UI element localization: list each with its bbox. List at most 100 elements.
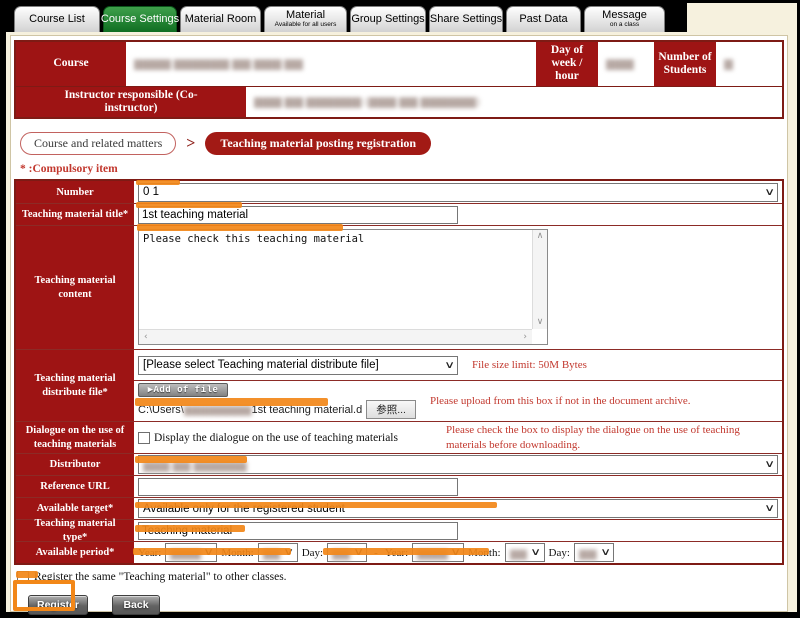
- course-info-row: Course ▆▆▆▆ ▆▆▆▆▆▆ ▆▆ ▆▆▆ ▆▆ Day of week…: [16, 42, 782, 86]
- content-label: Teaching material content: [16, 226, 134, 349]
- distributor-select[interactable]: ▆▆▆ ▆▆ ▆▆▆▆▆▆∨: [138, 455, 778, 474]
- vertical-scrollbar[interactable]: ∧ ∨: [532, 230, 547, 329]
- tab-bar: Course List Course Settings Material Roo…: [6, 3, 687, 32]
- from-day-value-redacted: ▆▆: [332, 546, 350, 560]
- available-target-label: Available target*: [16, 498, 134, 519]
- material-type-input[interactable]: [138, 522, 458, 540]
- dialogue-label: Dialogue on the use of teaching material…: [16, 422, 134, 453]
- to-year-select[interactable]: ▆▆▆▆∨: [412, 543, 464, 562]
- available-period-cell: Year: ▆▆▆▆∨ Month: ▆▆∨ Day: ▆▆∨ - Year: …: [134, 542, 782, 563]
- course-label: Course: [16, 42, 126, 86]
- back-button[interactable]: Back: [112, 595, 160, 615]
- instructor-value-cell: ▆▆▆ ▆▆ ▆▆▆▆▆▆ (▆▆▆ ▆▆ ▆▆▆▆▆▆): [246, 87, 782, 117]
- tab-label: Material: [286, 10, 325, 21]
- tab-past-data[interactable]: Past Data: [506, 6, 581, 32]
- horizontal-scrollbar[interactable]: ‹ ›: [139, 329, 532, 344]
- dialogue-checkbox[interactable]: [138, 432, 150, 444]
- breadcrumb-course-matters[interactable]: Course and related matters: [20, 132, 176, 155]
- tab-group-settings[interactable]: Group Settings: [350, 6, 426, 32]
- students-value-redacted: ▆: [724, 56, 733, 71]
- file-upload-subrow: ▶Add of file C:\Users\▆▆▆▆▆▆▆▆1st teachi…: [134, 380, 782, 421]
- distribute-file-select[interactable]: [Please select Teaching material distrib…: [138, 356, 458, 375]
- number-select[interactable]: 0 1∨: [138, 183, 778, 202]
- distribute-file-label: Teaching material distribute file*: [16, 350, 134, 421]
- material-title-input[interactable]: [138, 206, 458, 224]
- content-panel: Course ▆▆▆▆ ▆▆▆▆▆▆ ▆▆ ▆▆▆ ▆▆ Day of week…: [10, 35, 788, 612]
- from-day-select[interactable]: ▆▆∨: [327, 543, 367, 562]
- reference-url-input[interactable]: [138, 478, 458, 496]
- register-button[interactable]: Register: [28, 595, 88, 615]
- file-path-prefix: C:\Users\: [138, 404, 184, 416]
- chevron-down-icon: ∨: [284, 547, 295, 558]
- chevron-down-icon: ∨: [353, 547, 364, 558]
- file-path-redacted: ▆▆▆▆▆▆▆▆: [184, 403, 252, 416]
- available-target-select[interactable]: Available only for the registered studen…: [138, 499, 778, 518]
- period-separator: -: [374, 547, 378, 559]
- material-content-textarea[interactable]: Please check this teaching material ∧ ∨ …: [138, 229, 548, 345]
- to-day-select[interactable]: ▆▆∨: [574, 543, 614, 562]
- day-of-week-value-cell: ▆▆▆: [598, 42, 654, 86]
- instructor-label: Instructor responsible (Co-instructor): [16, 87, 246, 117]
- chevron-down-icon: ∨: [600, 547, 611, 558]
- tab-label: Share Settings: [430, 14, 502, 25]
- from-year-select[interactable]: ▆▆▆▆∨: [165, 543, 217, 562]
- file-path-suffix: 1st teaching material.d: [252, 404, 363, 416]
- available-target-cell: Available only for the registered studen…: [134, 498, 782, 519]
- upload-note: Please upload from this box if not in th…: [430, 394, 740, 409]
- tab-sublabel: Available for all users: [275, 21, 337, 29]
- screenshot-frame: Course List Course Settings Material Roo…: [0, 0, 800, 618]
- tab-material-all-users[interactable]: MaterialAvailable for all users: [264, 6, 347, 32]
- to-day-label: Day:: [549, 547, 570, 559]
- file-path-field[interactable]: C:\Users\▆▆▆▆▆▆▆▆1st teaching material.d…: [138, 400, 416, 419]
- chevron-down-icon: ∨: [764, 459, 775, 470]
- register-same-row: Register the same "Teaching material" to…: [17, 571, 784, 583]
- available-target-value: Available only for the registered studen…: [143, 503, 345, 515]
- registration-form: Number 0 1∨ Teaching material title* Tea…: [14, 179, 784, 565]
- tab-course-settings[interactable]: Course Settings: [103, 6, 177, 32]
- register-same-checkbox[interactable]: [17, 571, 29, 583]
- from-month-label: Month:: [221, 547, 253, 559]
- to-month-select[interactable]: ▆▆∨: [505, 543, 545, 562]
- available-period-label: Available period*: [16, 542, 134, 563]
- distributor-cell: ▆▆▆ ▆▆ ▆▆▆▆▆▆∨: [134, 454, 782, 475]
- students-value-cell: ▆: [716, 42, 782, 86]
- tab-label: Past Data: [519, 14, 567, 25]
- day-of-week-value-redacted: ▆▆▆: [606, 56, 634, 71]
- material-type-row: Teaching material type*: [16, 519, 782, 541]
- tab-sublabel: on a class: [610, 21, 639, 29]
- day-of-week-label: Day of week / hour: [536, 42, 598, 86]
- tab-message[interactable]: Messageon a class: [584, 6, 665, 32]
- distribute-file-select-subrow: [Please select Teaching material distrib…: [134, 350, 782, 380]
- browse-button[interactable]: 参照...: [366, 400, 416, 419]
- course-value-cell: ▆▆▆▆ ▆▆▆▆▆▆ ▆▆ ▆▆▆ ▆▆: [126, 42, 536, 86]
- material-type-cell: [134, 520, 782, 541]
- from-year-value-redacted: ▆▆▆▆: [170, 546, 201, 560]
- to-year-value-redacted: ▆▆▆▆: [417, 546, 448, 560]
- to-month-label: Month:: [468, 547, 500, 559]
- number-select-value: 0 1: [143, 186, 159, 198]
- content-row: Teaching material content Please check t…: [16, 225, 782, 349]
- tab-label: Material Room: [185, 14, 257, 25]
- tab-label: Message: [602, 10, 647, 21]
- to-year-label: Year:: [385, 547, 408, 559]
- dialogue-checkbox-label: Display the dialogue on the use of teach…: [154, 432, 398, 444]
- tab-label: Course List: [29, 14, 85, 25]
- tab-course-list[interactable]: Course List: [14, 6, 100, 32]
- distribute-file-cell: [Please select Teaching material distrib…: [134, 350, 782, 421]
- available-target-row: Available target* Available only for the…: [16, 497, 782, 519]
- tab-share-settings[interactable]: Share Settings: [429, 6, 503, 32]
- to-month-value-redacted: ▆▆: [510, 546, 528, 560]
- from-month-select[interactable]: ▆▆∨: [258, 543, 298, 562]
- file-size-note: File size limit: 50M Bytes: [472, 358, 587, 373]
- chevron-down-icon: ∨: [203, 547, 214, 558]
- title-cell: [134, 204, 782, 225]
- action-buttons: Register Back: [28, 595, 784, 615]
- distribute-file-row: Teaching material distribute file* [Plea…: [16, 349, 782, 421]
- tab-material-room[interactable]: Material Room: [180, 6, 261, 32]
- instructor-row: Instructor responsible (Co-instructor) ▆…: [16, 86, 782, 117]
- from-year-label: Year:: [138, 547, 161, 559]
- dialogue-row: Dialogue on the use of teaching material…: [16, 421, 782, 453]
- add-of-file-button[interactable]: ▶Add of file: [138, 383, 228, 397]
- title-label: Teaching material title*: [16, 204, 134, 225]
- breadcrumb-arrow-icon: >: [186, 135, 195, 153]
